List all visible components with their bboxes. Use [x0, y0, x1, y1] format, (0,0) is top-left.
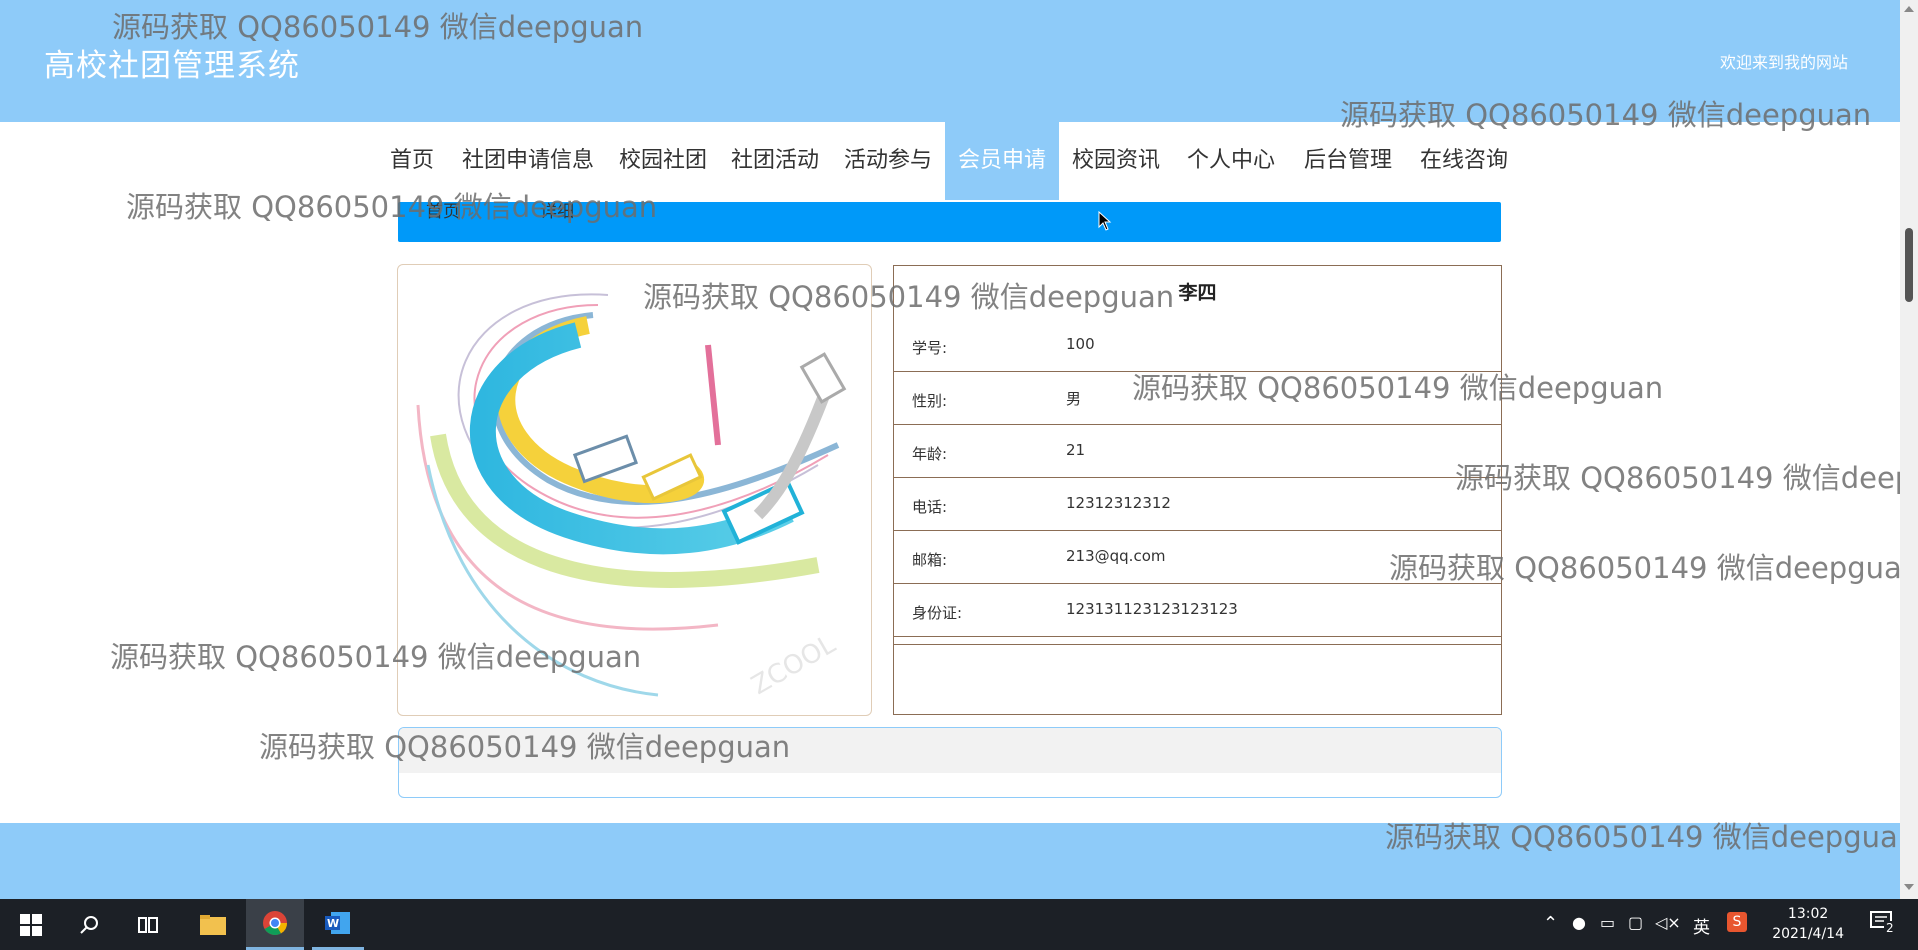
page-scrollbar[interactable]: [1900, 0, 1918, 899]
chevron-up-icon[interactable]: ⌃: [1543, 913, 1558, 934]
field-value: 12312312312: [1066, 494, 1171, 512]
system-clock[interactable]: 13:02 2021/4/14: [1772, 904, 1844, 944]
notification-button[interactable]: 2: [1870, 911, 1896, 938]
field-value: 123131123123123123: [1066, 600, 1238, 618]
word-button[interactable]: W: [312, 899, 364, 950]
watermark: 源码获取 QQ86050149 微信deepguan: [1455, 461, 1900, 495]
folder-icon: [200, 914, 226, 935]
member-info-panel: 李四 学号: 100 性别: 男 年龄: 21 电话: 12312312312 …: [893, 265, 1502, 715]
chrome-button[interactable]: [246, 899, 304, 950]
nav-item-campus-news[interactable]: 校园资讯: [1065, 122, 1167, 200]
field-label: 学号:: [912, 339, 948, 357]
welcome-text: 欢迎来到我的网站: [1719, 53, 1848, 72]
nav-item-activity-participation[interactable]: 活动参与: [837, 122, 939, 200]
notification-count: 2: [1884, 921, 1896, 935]
field-label: 邮箱:: [912, 551, 948, 569]
divider: [894, 644, 1501, 645]
watermark: 源码获取 QQ86050149 微信deepguan: [259, 730, 791, 764]
scroll-down-icon[interactable]: [1904, 884, 1914, 890]
watermark: 源码获取 QQ86050149 微信deepguan: [1389, 551, 1900, 585]
svg-text:W: W: [327, 917, 339, 930]
volume-muted-icon[interactable]: ◁×: [1655, 913, 1681, 932]
watermark: 源码获取 QQ86050149 微信deepguan: [110, 640, 642, 674]
svg-text:ZCOOL: ZCOOL: [747, 629, 842, 701]
field-value: 21: [1066, 441, 1086, 459]
start-button[interactable]: [8, 899, 54, 950]
app-tray-icon[interactable]: ●: [1572, 913, 1586, 932]
windows-icon: [20, 913, 42, 936]
watermark: 源码获取 QQ86050149 微信deepguan: [126, 190, 658, 224]
scroll-thumb[interactable]: [1905, 228, 1913, 302]
field-value: 100: [1066, 335, 1095, 353]
field-value: 213@qq.com: [1066, 547, 1166, 565]
chrome-icon: [263, 911, 287, 936]
info-row-id-card: 身份证: 123131123123123123: [894, 584, 1501, 637]
nav-item-member-application[interactable]: 会员申请: [945, 122, 1059, 200]
field-value: 男: [1066, 390, 1082, 408]
field-label: 电话:: [912, 498, 948, 516]
network-icon[interactable]: ▢: [1628, 913, 1643, 932]
file-explorer-button[interactable]: [190, 899, 236, 950]
watermark: 源码获取 QQ86050149 微信deepguan: [1340, 98, 1872, 132]
task-view-button[interactable]: [125, 899, 171, 950]
search-button[interactable]: [66, 899, 112, 950]
task-view-icon: [138, 916, 158, 933]
watermark: 源码获取 QQ86050149 微信deepguan: [112, 10, 644, 44]
watermark: 源码获取 QQ86050149 微信deepguan: [643, 280, 1175, 314]
ime-indicator[interactable]: 英: [1693, 913, 1710, 938]
field-label: 年龄:: [912, 445, 948, 463]
windows-taskbar: W ⌃ ● ▭ ▢ ◁× 英 S 13:02 2021/4/14 2: [0, 899, 1918, 950]
info-row-phone: 电话: 12312312312: [894, 478, 1501, 531]
field-label: 身份证:: [912, 604, 963, 622]
nav-item-club-activities[interactable]: 社团活动: [724, 122, 826, 200]
watermark: 源码获取 QQ86050149 微信deepguan: [1132, 371, 1664, 405]
field-label: 性别:: [912, 392, 948, 410]
mouse-cursor-icon: [1098, 211, 1112, 231]
nav-item-personal-center[interactable]: 个人中心: [1180, 122, 1282, 200]
watermark: 源码获取 QQ86050149 微信deepguan: [1385, 820, 1900, 854]
scroll-up-icon[interactable]: [1904, 6, 1914, 12]
search-icon: [80, 915, 98, 934]
clock-date: 2021/4/14: [1772, 926, 1844, 942]
battery-icon[interactable]: ▭: [1600, 913, 1615, 932]
clock-time: 13:02: [1787, 906, 1829, 922]
word-icon: W: [325, 912, 350, 934]
info-row-age: 年龄: 21: [894, 425, 1501, 478]
site-title[interactable]: 高校社团管理系统: [44, 40, 300, 85]
sogou-input-icon[interactable]: S: [1727, 912, 1747, 932]
